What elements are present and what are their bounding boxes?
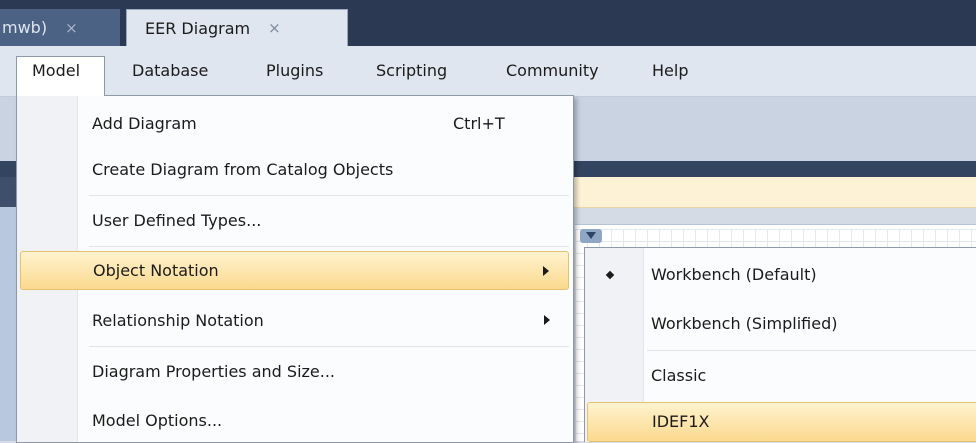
menu-separator [647,350,976,351]
shortcut-label: Ctrl+T [453,113,505,133]
menu-item-diagram-properties[interactable]: Diagram Properties and Size... [17,352,573,390]
menu-item-object-notation[interactable]: Object Notation [20,251,569,290]
menu-item-create-diagram-from-catalog[interactable]: Create Diagram from Catalog Objects [17,150,573,188]
menu-scripting[interactable]: Scripting [376,56,447,86]
tab-eer-diagram[interactable]: EER Diagram × [126,9,348,46]
menu-community[interactable]: Community [506,56,599,86]
menu-item-workbench-simplified[interactable]: Workbench (Simplified) [585,305,976,343]
menu-item-label: Object Notation [93,261,219,280]
menu-item-label: IDEF1X [652,412,710,431]
submenu-arrow-icon [544,315,550,325]
menu-item-idef1x[interactable]: IDEF1X [587,402,976,442]
tab-label: EER Diagram [145,18,251,38]
menu-item-workbench-default[interactable]: Workbench (Default) [585,256,976,294]
menu-separator [89,195,569,196]
model-menu-dropdown: Add Diagram Ctrl+T Create Diagram from C… [16,95,574,443]
menu-item-label: Create Diagram from Catalog Objects [92,159,394,179]
menu-item-classic[interactable]: Classic [585,357,976,395]
chevron-down-icon [586,232,596,239]
menu-item-relationship-notation[interactable]: Relationship Notation [17,301,573,339]
menu-item-label: Model Options... [92,410,223,430]
menu-item-label: Relationship Notation [92,310,264,330]
object-notation-submenu: Workbench (Default) Workbench (Simplifie… [584,247,976,442]
close-icon[interactable]: × [65,19,78,37]
menu-item-label: Add Diagram [92,113,197,133]
menu-separator [89,346,569,347]
menu-item-model-options[interactable]: Model Options... [17,401,573,439]
canvas-dropdown-button[interactable] [580,229,602,243]
checked-bullet-icon [605,270,615,280]
menu-help[interactable]: Help [652,56,688,86]
menu-item-label: Classic [651,366,707,385]
menu-item-label: Workbench (Default) [651,265,817,284]
menu-bar: Model Database Plugins Scripting Communi… [0,46,976,97]
menu-item-label: Workbench (Simplified) [651,314,838,333]
menu-database[interactable]: Database [132,56,208,86]
menu-model[interactable]: Model [16,56,105,96]
submenu-arrow-icon [543,266,549,276]
menu-item-add-diagram[interactable]: Add Diagram Ctrl+T [17,104,573,142]
menu-item-user-defined-types[interactable]: User Defined Types... [17,201,573,239]
menu-plugins[interactable]: Plugins [266,56,323,86]
menu-separator [89,246,569,247]
menu-item-label: Diagram Properties and Size... [92,361,336,381]
menu-item-label: User Defined Types... [92,210,262,230]
tab-model-file[interactable]: mwb) × [0,9,120,46]
document-tab-strip: mwb) × EER Diagram × [0,0,976,46]
close-icon[interactable]: × [268,19,281,37]
tab-label: mwb) [2,18,48,37]
